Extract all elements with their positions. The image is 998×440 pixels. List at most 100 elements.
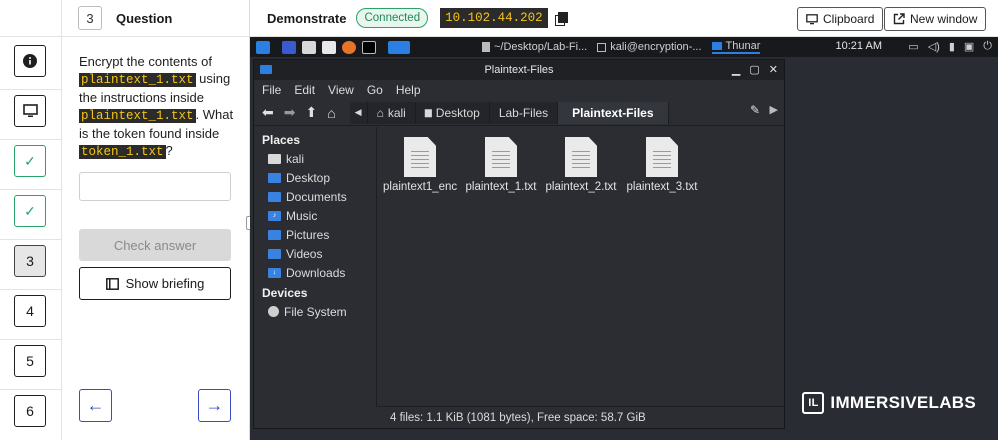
file-item[interactable]: plaintext1_enc	[383, 137, 457, 193]
remote-desktop[interactable]: ~/Desktop/Lab-Fi... kali@encryption-... …	[250, 37, 998, 440]
menu-edit[interactable]: Edit	[294, 83, 315, 97]
place-kali[interactable]: kali	[254, 149, 376, 168]
workspace-icon[interactable]	[282, 40, 296, 54]
file-item[interactable]: plaintext_3.txt	[625, 137, 699, 193]
step-3-button[interactable]: 3	[14, 245, 46, 277]
maximize-icon[interactable]: ▢	[749, 63, 759, 76]
task-thunar[interactable]: Thunar	[711, 40, 761, 54]
power-icon[interactable]: ⏻	[983, 40, 992, 53]
place-label: Music	[286, 208, 318, 223]
task-label: ~/Desktop/Lab-Fi...	[494, 41, 588, 53]
file-manager-icon[interactable]	[302, 40, 316, 54]
step-6-button[interactable]: 6	[14, 395, 46, 427]
code-snippet: token_1.txt	[79, 145, 166, 159]
immersive-labs-logo: IL IMMERSIVELABS	[802, 392, 976, 414]
task-terminal[interactable]: kali@encryption-...	[597, 41, 702, 53]
battery-icon[interactable]: ▮	[949, 40, 955, 53]
kali-menu-icon[interactable]	[256, 40, 270, 54]
previous-button[interactable]: ←	[79, 389, 112, 422]
status-bar: 4 files: 1.1 KiB (1081 bytes), Free spac…	[378, 406, 784, 428]
display-icon[interactable]: ▭	[908, 40, 918, 53]
home-icon[interactable]: ⌂	[327, 105, 335, 121]
back-icon[interactable]: ⬅	[262, 104, 274, 121]
answer-input[interactable]	[79, 172, 231, 201]
file-pane: plaintext1_enc plaintext_1.txt plaintext…	[378, 127, 784, 397]
edit-location-icon[interactable]: ✎	[750, 103, 760, 117]
place-label: Desktop	[286, 170, 331, 185]
clipboard-label: Clipboard	[823, 12, 875, 26]
menu-go[interactable]: Go	[367, 83, 383, 97]
monitor-icon	[22, 104, 38, 117]
breadcrumb-right-arrow[interactable]: ▶	[770, 103, 778, 116]
breadcrumb-left-arrow[interactable]: ◀	[350, 101, 368, 124]
breadcrumb-kali[interactable]: ⌂ kali	[368, 101, 416, 124]
file-item[interactable]: plaintext_2.txt	[544, 137, 618, 193]
menu-file[interactable]: File	[262, 83, 281, 97]
text-file-icon	[565, 137, 597, 177]
close-icon[interactable]: ✕	[769, 63, 778, 76]
file-name: plaintext_2.txt	[545, 181, 617, 193]
place-label: Downloads	[286, 265, 346, 280]
place-desktop[interactable]: Desktop	[254, 168, 376, 187]
menu-help[interactable]: Help	[396, 83, 421, 97]
volume-icon[interactable]: ◁)	[928, 40, 940, 53]
step-3-label: 3	[26, 253, 34, 269]
device-file-system[interactable]: File System	[254, 302, 376, 321]
clipboard-button[interactable]: Clipboard	[797, 7, 884, 31]
breadcrumb-desktop[interactable]: ▆ Desktop	[416, 101, 490, 124]
places-header: Places	[262, 133, 301, 147]
place-documents[interactable]: Documents	[254, 187, 376, 206]
pictures-folder-icon	[268, 229, 281, 240]
lock-icon[interactable]: ▣	[964, 40, 974, 53]
text-editor-icon[interactable]	[322, 40, 336, 54]
home-icon	[268, 153, 281, 164]
forward-icon[interactable]: ➡	[284, 104, 296, 121]
step-4-button[interactable]: 4	[14, 295, 46, 327]
file-item[interactable]: plaintext_1.txt	[464, 137, 538, 193]
step-lab-button[interactable]	[14, 95, 46, 127]
breadcrumb-plaintext-files[interactable]: Plaintext-Files	[558, 101, 669, 124]
task-editor[interactable]: ~/Desktop/Lab-Fi...	[482, 41, 587, 53]
show-briefing-button[interactable]: Show briefing	[79, 267, 231, 300]
videos-folder-icon	[268, 248, 281, 259]
copy-icon[interactable]	[554, 12, 568, 26]
place-label: Videos	[286, 246, 323, 261]
breadcrumb-lab-files[interactable]: Lab-Files	[490, 101, 559, 124]
step-5-button[interactable]: 5	[14, 345, 46, 377]
show-briefing-label: Show briefing	[125, 276, 205, 291]
desktop-folder-icon	[268, 172, 281, 183]
music-folder-icon: ♪	[268, 210, 281, 221]
step-4-label: 4	[26, 303, 34, 319]
external-link-icon	[893, 13, 905, 25]
up-icon[interactable]: ⬆	[305, 104, 317, 121]
next-button[interactable]: →	[198, 389, 231, 422]
step-1-button[interactable]: ✓	[14, 145, 46, 177]
workspace-switcher-icon[interactable]	[388, 40, 410, 54]
check-answer-button[interactable]: Check answer	[79, 229, 231, 261]
step-info-button[interactable]	[14, 45, 46, 77]
logo-text: IMMERSIVELABS	[830, 393, 976, 412]
new-window-button[interactable]: New window	[884, 7, 987, 31]
check-icon: ✓	[24, 152, 36, 169]
task-label: Thunar	[725, 40, 761, 52]
clock: 10:21 AM	[835, 40, 882, 52]
breadcrumb-label: Desktop	[435, 105, 480, 120]
place-downloads[interactable]: ↓ Downloads	[254, 263, 376, 282]
window-titlebar[interactable]: Plaintext-Files ▁ ▢ ✕	[254, 60, 784, 80]
terminal-icon	[597, 42, 607, 52]
file-name: plaintext1_enc	[383, 181, 458, 193]
step-2-button[interactable]: ✓	[14, 195, 46, 227]
logo-mark: IL	[802, 392, 825, 414]
terminal-icon[interactable]	[362, 40, 376, 54]
folder-icon	[711, 42, 722, 50]
place-videos[interactable]: Videos	[254, 244, 376, 263]
device-label: File System	[284, 304, 347, 319]
place-pictures[interactable]: Pictures	[254, 225, 376, 244]
disk-icon	[268, 306, 279, 317]
firefox-icon[interactable]	[342, 40, 356, 54]
minimize-icon[interactable]: ▁	[732, 63, 740, 76]
place-music[interactable]: ♪ Music	[254, 206, 376, 225]
side-pane: Places kali Desktop Documents ♪ Music Pic…	[254, 127, 377, 407]
new-window-label: New window	[910, 12, 978, 26]
menu-view[interactable]: View	[328, 83, 354, 97]
